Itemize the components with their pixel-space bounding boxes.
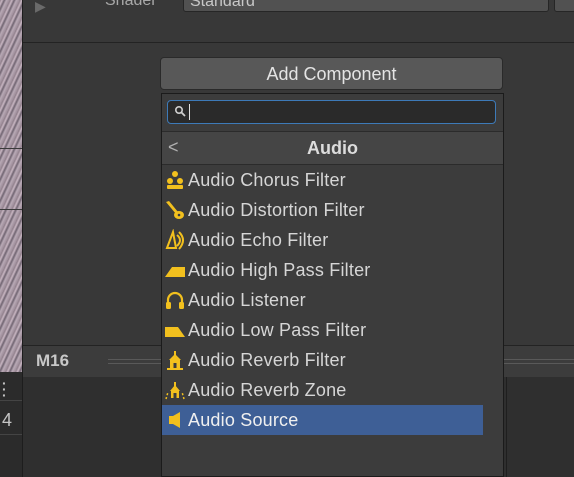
shader-dropdown[interactable]: Standard [183,0,549,12]
list-item-audio-low-pass-filter[interactable]: Audio Low Pass Filter [162,315,483,345]
shader-edit-button[interactable] [554,0,574,12]
search-input[interactable] [167,100,496,124]
list-item-label: Audio Source [188,409,299,430]
list-item-audio-reverb-filter[interactable]: Audio Reverb Filter [162,345,483,375]
m16-title: M16 [36,351,70,370]
list-item-label: Audio High Pass Filter [188,259,371,280]
audio-distortion-filter-icon [162,195,188,225]
shader-row: ▶ Shader Standard [23,0,574,26]
foldout-arrow-icon[interactable]: ▶ [35,0,46,15]
left-panel-lower: · · · 4 [0,372,23,477]
divider [506,377,507,477]
add-component-popup: < Audio Audio Chorus Filter Audio Distor… [161,93,504,477]
list-item-audio-high-pass-filter[interactable]: Audio High Pass Filter [162,255,483,285]
audio-low-pass-filter-icon [162,315,188,345]
add-component-button[interactable]: Add Component [160,57,503,90]
list-item-label: Audio Reverb Filter [188,349,346,370]
list-item-audio-chorus-filter[interactable]: Audio Chorus Filter [162,165,483,195]
list-item-label: Audio Echo Filter [188,229,329,250]
text-caret [189,104,190,120]
audio-reverb-filter-icon [162,345,188,375]
component-list: Audio Chorus Filter Audio Distortion Fil… [162,165,503,435]
list-item-label: Audio Reverb Zone [188,379,347,400]
search-icon [174,105,186,117]
audio-listener-icon [162,285,188,315]
list-item-audio-echo-filter[interactable]: Audio Echo Filter [162,225,483,255]
list-item-audio-listener[interactable]: Audio Listener [162,285,483,315]
audio-reverb-zone-icon [162,375,188,405]
list-item-label: Audio Distortion Filter [188,199,365,220]
category-title: Audio [307,138,358,158]
list-item-label: Audio Low Pass Filter [188,319,367,340]
audio-chorus-filter-icon [162,165,188,195]
left-panel-number: 4 [2,410,13,430]
list-item-label: Audio Listener [188,289,306,310]
audio-high-pass-filter-icon [162,255,188,285]
list-item-label: Audio Chorus Filter [188,169,346,190]
divider [0,400,22,401]
shader-label: Shader [105,0,157,9]
scene-view-strip [0,0,23,372]
divider [0,434,22,435]
list-item-audio-reverb-zone[interactable]: Audio Reverb Zone [162,375,483,405]
search-box [167,100,496,126]
audio-source-icon [162,405,188,435]
list-item-audio-distortion-filter[interactable]: Audio Distortion Filter [162,195,483,225]
more-options-icon[interactable]: · · · [2,376,7,402]
divider [23,42,574,43]
audio-echo-filter-icon [162,225,188,255]
category-header: < Audio [162,131,503,165]
list-item-audio-source[interactable]: Audio Source [162,405,483,435]
